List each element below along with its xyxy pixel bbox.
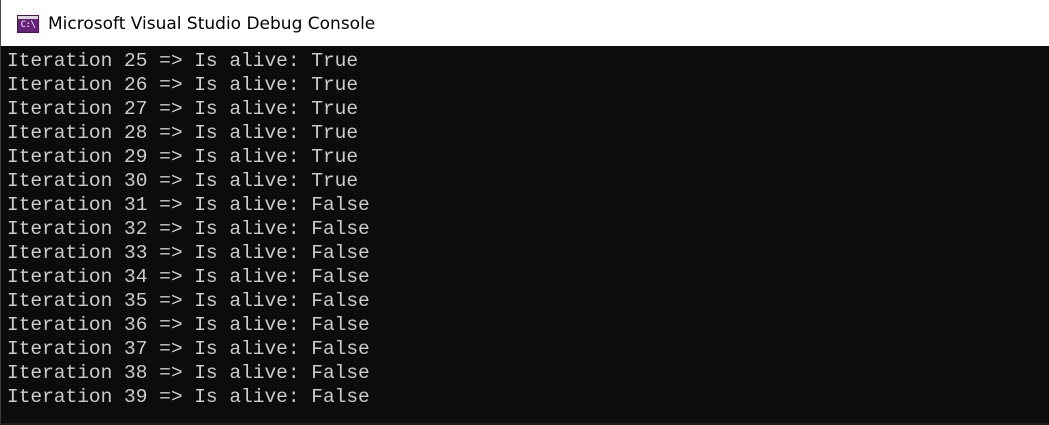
- title-bar[interactable]: C:\ Microsoft Visual Studio Debug Consol…: [0, 0, 1049, 46]
- console-line: Iteration 33 => Is alive: False: [7, 242, 370, 264]
- console-line: Iteration 39 => Is alive: False: [7, 386, 370, 408]
- console-line: Iteration 26 => Is alive: True: [7, 74, 359, 96]
- console-app-icon[interactable]: C:\: [17, 15, 39, 33]
- console-line: Iteration 36 => Is alive: False: [7, 314, 370, 336]
- debug-console-window: C:\ Microsoft Visual Studio Debug Consol…: [0, 0, 1049, 425]
- console-line: Iteration 32 => Is alive: False: [7, 218, 370, 240]
- console-line: Iteration 28 => Is alive: True: [7, 122, 359, 144]
- console-line: Iteration 37 => Is alive: False: [7, 338, 370, 360]
- console-line: Iteration 38 => Is alive: False: [7, 362, 370, 384]
- console-line: Iteration 27 => Is alive: True: [7, 98, 359, 120]
- window-title: Microsoft Visual Studio Debug Console: [48, 14, 376, 34]
- console-line: Iteration 35 => Is alive: False: [7, 290, 370, 312]
- console-line: Iteration 29 => Is alive: True: [7, 146, 359, 168]
- console-line: Iteration 34 => Is alive: False: [7, 266, 370, 288]
- console-app-icon-text: C:\: [20, 20, 36, 30]
- console-line: Iteration 31 => Is alive: False: [7, 194, 370, 216]
- console-line: Iteration 25 => Is alive: True: [7, 50, 359, 72]
- console-output[interactable]: Iteration 25 => Is alive: True Iteration…: [0, 46, 1049, 425]
- console-line: Iteration 30 => Is alive: True: [7, 170, 359, 192]
